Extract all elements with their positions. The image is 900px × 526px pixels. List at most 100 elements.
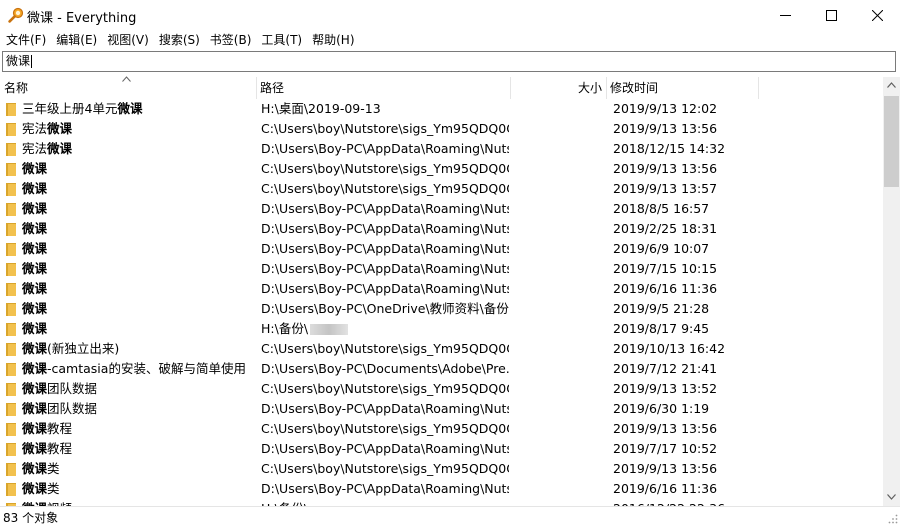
result-path: D:\Users\Boy-PC\OneDrive\教师资料\备份\... xyxy=(261,299,509,319)
result-name: 宪法微课 xyxy=(22,139,252,159)
result-row[interactable]: 微课团队数据 D:\Users\Boy-PC\AppData\Roaming\Nu… xyxy=(0,399,883,419)
result-row[interactable]: 微课视频 H:\备份\ 2016/12/22 22:36 xyxy=(0,499,883,506)
result-row[interactable]: 微课-camtasia的安装、破解与简单使用 D:\Users\Boy-PC\Do… xyxy=(0,359,883,379)
scroll-up-arrow-icon[interactable] xyxy=(887,82,896,88)
result-row[interactable]: 微课类 C:\Users\boy\Nutstore\sigs_Ym95QDQ0O.… xyxy=(0,459,883,479)
menu-bookmarks[interactable]: 书签(B) xyxy=(205,30,257,50)
search-input-value: 微课 xyxy=(6,54,31,68)
result-name-match: 微课 xyxy=(22,301,48,316)
result-modified: 2019/9/13 13:57 xyxy=(613,181,718,196)
result-name: 微课类 xyxy=(22,459,252,479)
minimize-icon xyxy=(779,14,791,16)
result-modified: 2019/9/13 13:56 xyxy=(613,161,718,176)
column-header-path[interactable]: 路径 xyxy=(257,77,511,99)
result-name-match: 微课 xyxy=(22,361,48,376)
menu-help[interactable]: 帮助(H) xyxy=(307,30,359,50)
menu-bar: 文件(F) 编辑(E) 视图(V) 搜索(S) 书签(B) 工具(T) 帮助(H… xyxy=(0,30,900,50)
result-row[interactable]: 宪法微课 D:\Users\Boy-PC\AppData\Roaming\Nuts… xyxy=(0,139,883,159)
result-name-match: 微课 xyxy=(22,261,48,276)
result-row[interactable]: 微课 D:\Users\Boy-PC\AppData\Roaming\Nuts..… xyxy=(0,259,883,279)
maximize-button[interactable] xyxy=(808,0,854,30)
folder-icon xyxy=(6,123,16,136)
result-modified: 2019/9/5 21:28 xyxy=(613,301,710,316)
folder-icon xyxy=(6,143,16,156)
result-path: D:\Users\Boy-PC\AppData\Roaming\Nuts... xyxy=(261,199,509,219)
result-path: H:\备份\ xyxy=(261,319,509,339)
result-row[interactable]: 微课 C:\Users\boy\Nutstore\sigs_Ym95QDQ0O..… xyxy=(0,179,883,199)
result-path: D:\Users\Boy-PC\AppData\Roaming\Nuts... xyxy=(261,279,509,299)
result-row[interactable]: 微课 C:\Users\boy\Nutstore\sigs_Ym95QDQ0O..… xyxy=(0,159,883,179)
result-path-text: H:\备份\ xyxy=(261,321,309,336)
result-row[interactable]: 宪法微课 C:\Users\boy\Nutstore\sigs_Ym95QDQ0O… xyxy=(0,119,883,139)
result-name-suffix: 教程 xyxy=(47,421,73,436)
result-modified: 2019/6/16 11:36 xyxy=(613,481,718,496)
result-row[interactable]: 微课教程 C:\Users\boy\Nutstore\sigs_Ym95QDQ0O… xyxy=(0,419,883,439)
vertical-scrollbar[interactable] xyxy=(883,77,900,506)
folder-icon xyxy=(6,243,16,256)
result-path-text: C:\Users\boy\Nutstore\sigs_Ym95QDQ0O... xyxy=(261,121,509,136)
result-modified: 2019/7/15 10:15 xyxy=(613,261,718,276)
close-icon xyxy=(871,9,883,21)
close-button[interactable] xyxy=(854,0,900,30)
result-row[interactable]: 微课(新独立出来) C:\Users\boy\Nutstore\sigs_Ym95… xyxy=(0,339,883,359)
scroll-down-arrow-icon[interactable] xyxy=(887,494,896,500)
column-header-size-label: 大小 xyxy=(577,81,602,95)
folder-icon xyxy=(6,323,16,336)
menu-view[interactable]: 视图(V) xyxy=(102,30,154,50)
scrollbar-thumb[interactable] xyxy=(884,96,899,187)
result-path: C:\Users\boy\Nutstore\sigs_Ym95QDQ0O... xyxy=(261,459,509,479)
result-row[interactable]: 微课教程 D:\Users\Boy-PC\AppData\Roaming\Nuts… xyxy=(0,439,883,459)
menu-edit[interactable]: 编辑(E) xyxy=(51,30,102,50)
search-box[interactable]: 微课 xyxy=(2,51,896,72)
result-path: C:\Users\boy\Nutstore\sigs_Ym95QDQ0O... xyxy=(261,419,509,439)
result-name-match: 微课 xyxy=(22,421,48,436)
result-row[interactable]: 微课 D:\Users\Boy-PC\AppData\Roaming\Nuts..… xyxy=(0,219,883,239)
result-modified: 2019/9/13 13:52 xyxy=(613,381,718,396)
result-modified: 2019/6/16 11:36 xyxy=(613,281,718,296)
folder-icon xyxy=(6,383,16,396)
result-name-suffix: 类 xyxy=(47,461,60,476)
result-name-suffix: 团队数据 xyxy=(47,381,98,396)
results-list: 三年级上册4单元微课 H:\桌面\2019-09-13 2019/9/13 12:0… xyxy=(0,99,883,506)
search-input[interactable]: 微课 xyxy=(6,53,33,70)
result-name-prefix: 宪法 xyxy=(22,121,48,136)
column-header-modified[interactable]: 修改时间 xyxy=(607,77,759,99)
result-modified: 2019/9/13 12:02 xyxy=(613,101,718,116)
menu-tools[interactable]: 工具(T) xyxy=(256,30,307,50)
result-name: 微课教程 xyxy=(22,419,252,439)
menu-file[interactable]: 文件(F) xyxy=(0,30,51,50)
result-name-suffix: 教程 xyxy=(47,441,73,456)
result-name-match: 微课 xyxy=(22,241,48,256)
status-bar: 83 个对象 xyxy=(0,506,900,526)
folder-icon xyxy=(6,303,16,316)
result-row[interactable]: 微课 D:\Users\Boy-PC\OneDrive\教师资料\备份\... 20… xyxy=(0,299,883,319)
menu-search[interactable]: 搜索(S) xyxy=(154,30,205,50)
result-row[interactable]: 三年级上册4单元微课 H:\桌面\2019-09-13 2019/9/13 12:0… xyxy=(0,99,883,119)
resize-grip-icon[interactable] xyxy=(888,514,898,524)
result-row[interactable]: 微课 H:\备份\ 2019/8/17 9:45 xyxy=(0,319,883,339)
result-name-prefix: 宪法 xyxy=(22,141,48,156)
result-name-match: 微课 xyxy=(22,401,48,416)
folder-icon xyxy=(6,463,16,476)
result-path: D:\Users\Boy-PC\AppData\Roaming\Nuts... xyxy=(261,479,509,499)
result-row[interactable]: 微课团队数据 C:\Users\boy\Nutstore\sigs_Ym95QDQ… xyxy=(0,379,883,399)
maximize-icon xyxy=(825,9,837,21)
result-name-match: 微课 xyxy=(22,201,48,216)
minimize-button[interactable] xyxy=(762,0,808,30)
result-modified: 2019/9/13 13:56 xyxy=(613,461,718,476)
result-name-match: 微课 xyxy=(117,101,143,116)
result-name: 微课 xyxy=(22,239,252,259)
result-path-text: D:\Users\Boy-PC\AppData\Roaming\Nuts... xyxy=(261,281,509,296)
result-name: 微课 xyxy=(22,279,252,299)
result-name: 微课 xyxy=(22,299,252,319)
column-header-size[interactable]: 大小 xyxy=(511,77,607,99)
result-row[interactable]: 微课 D:\Users\Boy-PC\AppData\Roaming\Nuts..… xyxy=(0,239,883,259)
folder-icon xyxy=(6,163,16,176)
result-row[interactable]: 微课 D:\Users\Boy-PC\AppData\Roaming\Nuts..… xyxy=(0,279,883,299)
title-bar: 微课 - Everything xyxy=(0,0,900,30)
result-name: 微课 xyxy=(22,179,252,199)
result-row[interactable]: 微课类 D:\Users\Boy-PC\AppData\Roaming\Nuts.… xyxy=(0,479,883,499)
result-name: 微课视频 xyxy=(22,499,252,506)
folder-icon xyxy=(6,443,16,456)
result-row[interactable]: 微课 D:\Users\Boy-PC\AppData\Roaming\Nuts..… xyxy=(0,199,883,219)
